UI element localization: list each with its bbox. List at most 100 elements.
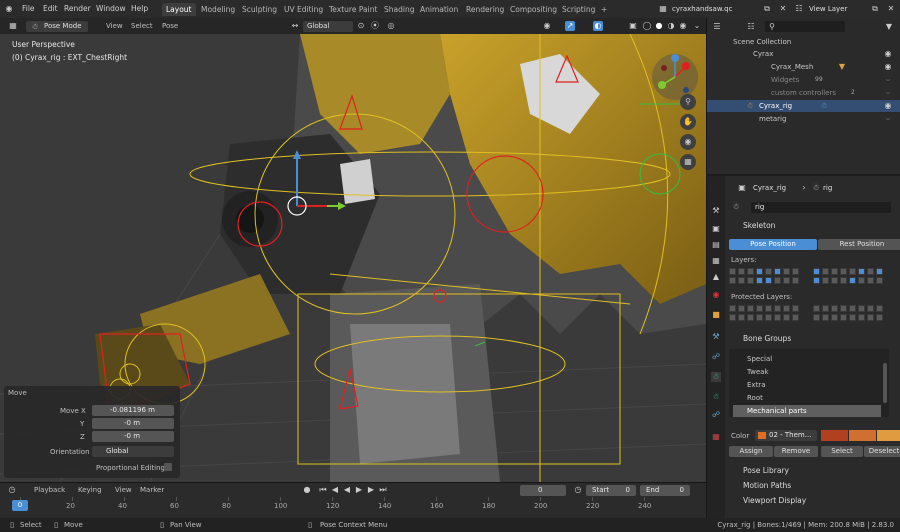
move-z-field[interactable]: -0 m — [92, 431, 174, 442]
protected-layers-grid[interactable] — [729, 305, 900, 325]
bone-tab-icon[interactable]: ☃ — [711, 392, 721, 402]
mode-dropdown[interactable]: ☃ Pose Mode — [26, 21, 88, 32]
skeleton-panel-header[interactable]: Skeleton — [727, 219, 900, 232]
layer-toggle[interactable] — [729, 277, 736, 284]
layer-toggle[interactable] — [783, 277, 790, 284]
layer-toggle[interactable] — [783, 314, 790, 321]
layer-toggle[interactable] — [876, 268, 883, 275]
layer-toggle[interactable] — [765, 277, 772, 284]
armature-name-field[interactable]: rig — [751, 202, 891, 213]
tab-modeling[interactable]: Modeling — [197, 3, 239, 16]
orientation-dropdown[interactable]: Global — [303, 21, 353, 32]
layer-toggle[interactable] — [822, 314, 829, 321]
layer-toggle[interactable] — [738, 314, 745, 321]
output-tab-icon[interactable]: ▤ — [711, 240, 721, 250]
timeline-ruler[interactable]: 0 20 40 60 80 100 120 140 160 180 200 220 240 — [0, 483, 706, 519]
scene-name[interactable]: cyraxhandsaw.qc — [672, 5, 732, 13]
view-layer-copy-icon[interactable]: ⧉ — [870, 4, 880, 14]
eye-closed-icon[interactable]: ⌣ — [883, 114, 893, 124]
move-x-field[interactable]: -0.081196 m — [92, 405, 174, 416]
copy-icon[interactable]: ⧉ — [762, 4, 772, 14]
motion-paths-panel-header[interactable]: Motion Paths — [727, 479, 900, 492]
layer-toggle[interactable] — [813, 277, 820, 284]
bone-groups-list[interactable]: Special Tweak Extra Root Mechanical part… — [729, 349, 889, 417]
deselect-button[interactable]: Deselect — [864, 446, 900, 457]
layer-toggle[interactable] — [738, 268, 745, 275]
menu-pose[interactable]: Pose — [162, 22, 178, 30]
layer-toggle[interactable] — [867, 277, 874, 284]
layer-toggle[interactable] — [840, 277, 847, 284]
overlays-icon[interactable]: ◐ — [593, 21, 603, 31]
color-swatch-select[interactable] — [849, 430, 876, 441]
layer-toggle[interactable] — [876, 277, 883, 284]
outliner-row-metarig[interactable]: metarig ⌣ — [707, 113, 900, 125]
object-tab-icon[interactable]: ■ — [711, 310, 721, 320]
layer-toggle[interactable] — [756, 277, 763, 284]
texture-tab-icon[interactable]: ▦ — [711, 432, 721, 442]
layer-toggle[interactable] — [876, 305, 883, 312]
layer-toggle[interactable] — [765, 314, 772, 321]
layer-toggle[interactable] — [876, 314, 883, 321]
layer-toggle[interactable] — [849, 277, 856, 284]
viewport-display-panel-header[interactable]: Viewport Display — [727, 494, 900, 507]
eye-closed-icon[interactable]: ⌣ — [883, 88, 893, 98]
layer-toggle[interactable] — [792, 314, 799, 321]
tab-sculpting[interactable]: Sculpting — [238, 3, 281, 16]
layer-toggle[interactable] — [840, 305, 847, 312]
bone-groups-panel-header[interactable]: Bone Groups — [727, 332, 900, 345]
shading-wireframe-icon[interactable]: ◯ — [642, 21, 652, 31]
layers-grid[interactable] — [729, 268, 900, 288]
tab-compositing[interactable]: Compositing — [506, 3, 561, 16]
list-item[interactable]: Root — [733, 392, 881, 404]
constraints-tab-icon[interactable]: ☍ — [711, 352, 721, 362]
list-item[interactable]: Extra — [733, 379, 881, 391]
color-swatch-active[interactable] — [877, 430, 900, 441]
layer-toggle[interactable] — [840, 268, 847, 275]
layer-toggle[interactable] — [738, 277, 745, 284]
layer-toggle[interactable] — [765, 305, 772, 312]
layer-toggle[interactable] — [756, 314, 763, 321]
menu-window[interactable]: Window — [96, 4, 126, 13]
outliner-row-widgets[interactable]: Widgets 99 ⌣ — [707, 74, 900, 86]
orientation-select[interactable]: Global — [92, 446, 174, 457]
blender-logo-icon[interactable]: ◉ — [4, 4, 14, 14]
armature-data-tab-icon[interactable]: ☃ — [711, 372, 721, 382]
snap-icon[interactable]: ⦿ — [370, 21, 380, 31]
pose-position-button[interactable]: Pose Position — [729, 239, 817, 250]
shading-rendered-icon[interactable]: ◉ — [678, 21, 688, 31]
tab-uv-editing[interactable]: UV Editing — [280, 3, 327, 16]
layer-toggle[interactable] — [867, 314, 874, 321]
pan-hand-icon[interactable]: ✋ — [680, 114, 696, 130]
layer-toggle[interactable] — [840, 314, 847, 321]
outliner-search[interactable]: ⚲ — [765, 21, 845, 32]
transform-orientation-icon[interactable]: ↭ — [290, 21, 300, 31]
close-icon[interactable]: ✕ — [778, 4, 788, 14]
shading-material-icon[interactable]: ◑ — [666, 21, 676, 31]
eye-icon[interactable]: ◉ — [883, 101, 893, 111]
list-item[interactable]: Tweak — [733, 366, 881, 378]
add-workspace-button[interactable]: + — [597, 3, 611, 16]
tab-animation[interactable]: Animation — [416, 3, 462, 16]
outliner-type-icon[interactable]: ☰ — [711, 22, 723, 32]
layer-toggle[interactable] — [849, 305, 856, 312]
outliner-filter-funnel-icon[interactable]: ▼ — [883, 22, 895, 32]
eye-closed-icon[interactable]: ⌣ — [883, 75, 893, 85]
layer-toggle[interactable] — [729, 305, 736, 312]
layer-toggle[interactable] — [729, 314, 736, 321]
pivot-icon[interactable]: ⊙ — [356, 21, 366, 31]
layer-toggle[interactable] — [858, 314, 865, 321]
menu-file[interactable]: File — [22, 4, 35, 13]
rest-position-button[interactable]: Rest Position — [818, 239, 900, 250]
layer-toggle[interactable] — [867, 268, 874, 275]
layer-toggle[interactable] — [765, 268, 772, 275]
modifier-tab-icon[interactable]: ⚒ — [711, 332, 721, 342]
layer-toggle[interactable] — [831, 314, 838, 321]
menu-view[interactable]: View — [106, 22, 123, 30]
layer-toggle[interactable] — [867, 305, 874, 312]
view-layer-tab-icon[interactable]: ▦ — [711, 256, 721, 266]
view-layer-close-icon[interactable]: ✕ — [886, 4, 896, 14]
xray-icon[interactable]: ▣ — [628, 21, 638, 31]
list-scrollbar[interactable] — [883, 363, 887, 403]
proportional-checkbox[interactable] — [164, 463, 172, 471]
remove-button[interactable]: Remove — [774, 446, 818, 457]
